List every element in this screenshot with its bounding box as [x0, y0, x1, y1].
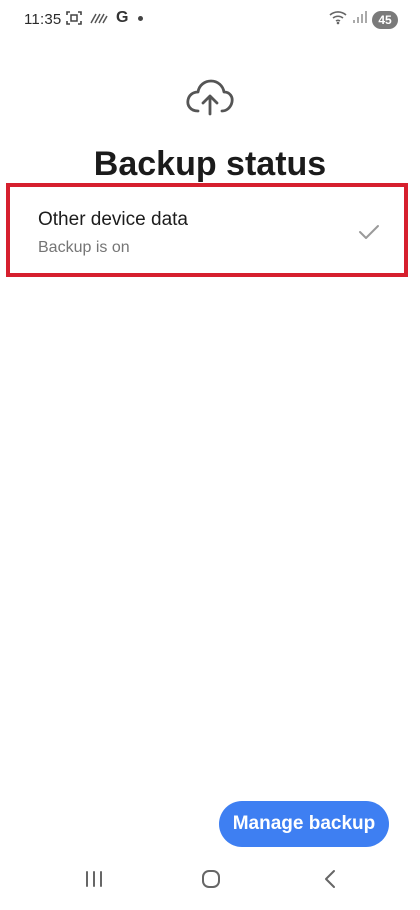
screenshot-icon — [66, 10, 82, 26]
notification-dot-icon — [138, 15, 144, 21]
item-subtitle: Backup is on — [38, 239, 130, 256]
battery-icon: 45 — [372, 10, 398, 29]
home-icon[interactable] — [189, 864, 233, 894]
navigation-bar — [0, 850, 420, 910]
wifi-icon — [328, 9, 348, 30]
list-item-other-device-data[interactable]: Other device data Backup is on — [6, 183, 408, 277]
back-icon[interactable] — [308, 864, 352, 894]
item-title: Other device data — [38, 209, 188, 230]
cloud-upload-icon — [184, 78, 236, 118]
status-time: 11:35 — [24, 11, 62, 28]
checkmark-icon — [358, 223, 380, 241]
status-left-icons: G — [66, 9, 144, 26]
manage-backup-button[interactable]: Manage backup — [219, 801, 389, 847]
recent-apps-icon[interactable] — [72, 864, 116, 894]
google-icon: G — [116, 9, 129, 26]
status-right-icons: 45 — [328, 9, 398, 30]
status-bar: 11:35 G 45 — [0, 0, 420, 40]
page-title: Backup status — [93, 145, 327, 183]
signal-strength-icon — [90, 11, 108, 25]
cellular-signal-icon — [352, 10, 368, 29]
